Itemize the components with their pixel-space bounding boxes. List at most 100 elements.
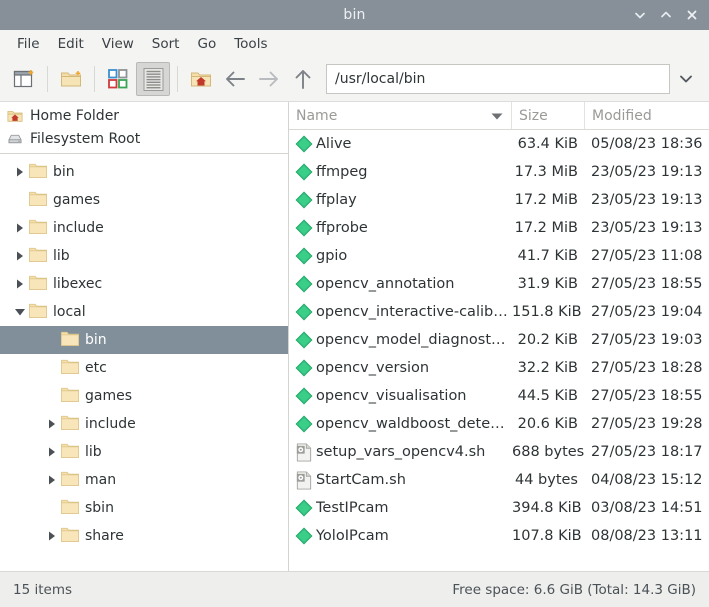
tree-item-include[interactable]: include	[0, 410, 288, 438]
tree-item-etc[interactable]: etc	[0, 354, 288, 382]
executable-icon	[292, 163, 316, 181]
column-header-size[interactable]: Size	[512, 102, 585, 129]
tree-item-label: bin	[85, 332, 107, 348]
tree-item-label: lib	[53, 248, 70, 264]
list-view-button[interactable]	[136, 62, 170, 96]
tree-item-lib[interactable]: lib	[0, 242, 288, 270]
minimize-button[interactable]	[627, 2, 653, 28]
table-row[interactable]: ffplay 17.2 MiB 23/05/23 19:13	[289, 186, 709, 214]
places-list: Home Folder Filesystem Root	[0, 102, 288, 154]
new-tab-button[interactable]	[8, 63, 40, 95]
close-icon	[687, 10, 697, 20]
file-list-rows: Alive 63.4 KiB 05/08/23 18:36 ffmpeg 17.3 Mi…	[289, 130, 709, 571]
tree-item-games[interactable]: games	[0, 186, 288, 214]
table-row[interactable]: opencv_version 32.2 KiB 27/05/23 18:28	[289, 354, 709, 382]
folder-icon-wrap	[60, 497, 80, 519]
up-button[interactable]	[286, 63, 320, 95]
back-button[interactable]	[218, 63, 252, 95]
file-name: gpio	[316, 248, 348, 264]
table-row[interactable]: StartCam.sh 44 bytes 04/08/23 15:12	[289, 466, 709, 494]
tree-twisty[interactable]	[44, 522, 60, 550]
menu-view[interactable]: View	[93, 33, 143, 55]
file-size: 688 bytes	[512, 444, 585, 460]
close-button[interactable]	[679, 2, 705, 28]
table-row[interactable]: opencv_interactive-calibr… 151.8 KiB 27/05…	[289, 298, 709, 326]
arrow-up-icon	[295, 70, 311, 89]
tree-twisty[interactable]	[44, 326, 60, 354]
table-row[interactable]: gpio 41.7 KiB 27/05/23 11:08	[289, 242, 709, 270]
home-button[interactable]	[185, 63, 217, 95]
forward-button[interactable]	[252, 63, 286, 95]
chevron-right-icon	[17, 279, 23, 289]
menu-tools[interactable]: Tools	[225, 33, 276, 55]
table-row[interactable]: opencv_waldboost_detec… 20.6 KiB 27/05/23 …	[289, 410, 709, 438]
icon-view-button[interactable]	[102, 63, 134, 95]
tree-item-include[interactable]: include	[0, 214, 288, 242]
harddrive-icon	[8, 134, 22, 143]
table-row[interactable]: ffmpeg 17.3 MiB 23/05/23 19:13	[289, 158, 709, 186]
file-modified: 23/05/23 19:13	[591, 164, 703, 180]
sidebar-item-filesystem-root[interactable]: Filesystem Root	[0, 127, 288, 150]
table-row[interactable]: ffprobe 17.2 MiB 23/05/23 19:13	[289, 214, 709, 242]
menu-go[interactable]: Go	[188, 33, 225, 55]
tree-twisty[interactable]	[12, 158, 28, 186]
folder-icon-wrap	[28, 273, 48, 295]
executable-icon	[295, 163, 313, 181]
folder-icon	[29, 275, 47, 290]
path-dropdown-button[interactable]	[670, 63, 702, 95]
tree-twisty[interactable]	[12, 214, 28, 242]
new-folder-button[interactable]	[55, 63, 87, 95]
table-row[interactable]: YoloIPcam 107.8 KiB 08/08/23 13:11	[289, 522, 709, 550]
folder-icon	[29, 303, 47, 318]
tree-twisty[interactable]	[12, 270, 28, 298]
tree-item-local[interactable]: local	[0, 298, 288, 326]
file-name: YoloIPcam	[316, 528, 389, 544]
tree-twisty[interactable]	[44, 494, 60, 522]
menu-file[interactable]: File	[8, 33, 49, 55]
content-area: Home Folder Filesystem Root bin games incl…	[0, 102, 709, 571]
table-row[interactable]: Alive 63.4 KiB 05/08/23 18:36	[289, 130, 709, 158]
file-modified: 05/08/23 18:36	[591, 136, 703, 152]
table-row[interactable]: TestIPcam 394.8 KiB 03/08/23 14:51	[289, 494, 709, 522]
path-input[interactable]: /usr/local/bin	[326, 64, 670, 94]
script-icon	[292, 470, 316, 490]
maximize-button[interactable]	[653, 2, 679, 28]
tree-twisty[interactable]	[44, 466, 60, 494]
folder-icon-wrap	[60, 329, 80, 351]
menu-edit[interactable]: Edit	[49, 33, 93, 55]
table-row[interactable]: setup_vars_opencv4.sh 688 bytes 27/05/23 1…	[289, 438, 709, 466]
table-row[interactable]: opencv_model_diagnosti… 20.2 KiB 27/05/23 …	[289, 326, 709, 354]
tree-item-label: games	[53, 192, 101, 208]
file-size: 63.4 KiB	[517, 136, 578, 152]
tree-item-games[interactable]: games	[0, 382, 288, 410]
tree-item-sbin[interactable]: sbin	[0, 494, 288, 522]
tree-twisty[interactable]	[12, 298, 28, 326]
file-name: opencv_waldboost_detec…	[316, 416, 512, 432]
table-row[interactable]: opencv_annotation 31.9 KiB 27/05/23 18:55	[289, 270, 709, 298]
tree-item-label: lib	[85, 444, 102, 460]
tree-item-share[interactable]: share	[0, 522, 288, 550]
file-name: TestIPcam	[316, 500, 389, 516]
folder-icon-wrap	[28, 217, 48, 239]
tree-item-lib[interactable]: lib	[0, 438, 288, 466]
tree-twisty[interactable]	[12, 242, 28, 270]
file-list-panel: Name Size Modified Alive 63.4 KiB 05/08/23…	[289, 102, 709, 571]
tree-twisty[interactable]	[12, 186, 28, 214]
chevron-right-icon	[49, 447, 55, 457]
column-header-name[interactable]: Name	[289, 102, 512, 129]
file-name: ffprobe	[316, 220, 368, 236]
table-row[interactable]: opencv_visualisation 44.5 KiB 27/05/23 18:…	[289, 382, 709, 410]
tree-twisty[interactable]	[44, 382, 60, 410]
tree-twisty[interactable]	[44, 438, 60, 466]
menu-sort[interactable]: Sort	[143, 33, 189, 55]
tree-item-bin[interactable]: bin	[0, 326, 288, 354]
tree-twisty[interactable]	[44, 354, 60, 382]
file-name: setup_vars_opencv4.sh	[316, 444, 486, 460]
tree-item-bin[interactable]: bin	[0, 158, 288, 186]
sidebar-item-home-folder[interactable]: Home Folder	[0, 104, 288, 127]
tree-item-libexec[interactable]: libexec	[0, 270, 288, 298]
tree-item-label: sbin	[85, 500, 114, 516]
column-header-modified[interactable]: Modified	[585, 102, 709, 129]
tree-item-man[interactable]: man	[0, 466, 288, 494]
tree-twisty[interactable]	[44, 410, 60, 438]
